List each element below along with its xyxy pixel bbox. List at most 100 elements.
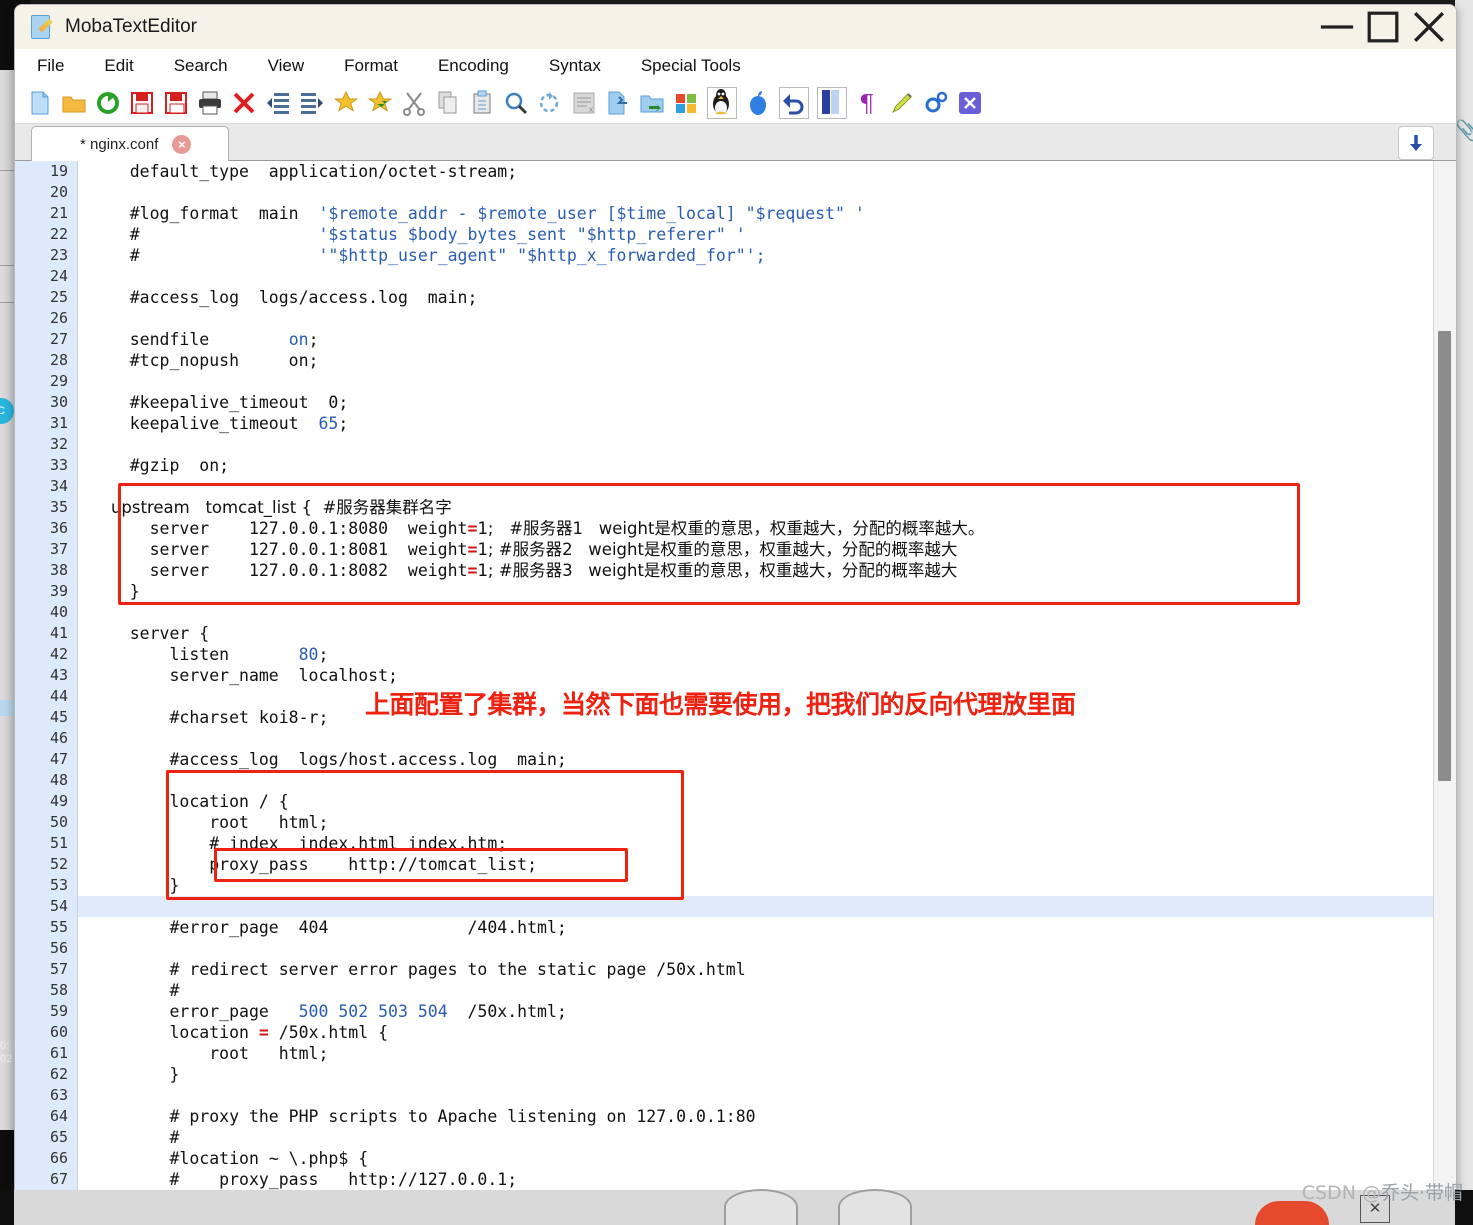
next-bookmark-star-icon[interactable]: [367, 90, 393, 116]
menu-search[interactable]: Search: [170, 54, 232, 78]
line-number: 61: [49, 1044, 68, 1062]
code-token: #: [90, 225, 319, 244]
move-to-folder-icon[interactable]: [639, 90, 665, 116]
code-line[interactable]: [78, 728, 1433, 749]
line-number: 43: [49, 666, 68, 684]
code-line[interactable]: server_name localhost;: [78, 665, 1433, 686]
tab-list-dropdown-button[interactable]: [1398, 126, 1434, 160]
menu-syntax[interactable]: Syntax: [545, 54, 605, 78]
maximize-button[interactable]: [1360, 5, 1406, 49]
code-line[interactable]: root html;: [78, 1043, 1433, 1064]
split-view-icon[interactable]: [817, 87, 847, 119]
code-line[interactable]: error_page 500 502 503 504 /50x.html;: [78, 1001, 1433, 1022]
code-line[interactable]: #location ~ \.php$ {: [78, 1148, 1433, 1169]
windows-format-icon[interactable]: [673, 90, 699, 116]
open-folder-icon[interactable]: [61, 90, 87, 116]
code-line[interactable]: [78, 602, 1433, 623]
scrollbar-thumb[interactable]: [1438, 331, 1451, 781]
settings-icon[interactable]: [923, 90, 949, 116]
menu-format[interactable]: Format: [340, 54, 402, 78]
code-line[interactable]: location / {: [78, 791, 1433, 812]
menu-edit[interactable]: Edit: [100, 54, 137, 78]
code-line[interactable]: [78, 434, 1433, 455]
code-line[interactable]: # '"$http_user_agent" "$http_x_forwarded…: [78, 245, 1433, 266]
tab-nginx-conf[interactable]: * nginx.conf ×: [31, 126, 229, 161]
undo-icon[interactable]: [779, 87, 809, 119]
code-line[interactable]: server {: [78, 623, 1433, 644]
code-line[interactable]: root html;: [78, 812, 1433, 833]
taskbar-item[interactable]: [838, 1189, 912, 1225]
reload-icon[interactable]: [95, 90, 121, 116]
code-line[interactable]: }: [78, 1064, 1433, 1085]
code-line[interactable]: server 127.0.0.1:8081 weight=1; #服务器2 we…: [78, 539, 1433, 560]
code-line[interactable]: default_type application/octet-stream;: [78, 161, 1433, 182]
code-line[interactable]: server 127.0.0.1:8082 weight=1; #服务器3 we…: [78, 560, 1433, 581]
code-line[interactable]: proxy_pass http://tomcat_list;: [78, 854, 1433, 875]
code-line[interactable]: }: [78, 581, 1433, 602]
outdent-icon[interactable]: [265, 90, 291, 116]
copy-icon[interactable]: [435, 90, 461, 116]
new-file-icon[interactable]: [27, 90, 53, 116]
code-line[interactable]: # index index.html index.htm;: [78, 833, 1433, 854]
code-line[interactable]: #access_log logs/access.log main;: [78, 287, 1433, 308]
code-line[interactable]: listen 80;: [78, 644, 1433, 665]
close-file-icon[interactable]: [231, 90, 257, 116]
code-text[interactable]: default_type application/octet-stream; #…: [78, 161, 1433, 1190]
highlighter-icon[interactable]: [889, 90, 915, 116]
menu-encoding[interactable]: Encoding: [434, 54, 513, 78]
code-line[interactable]: #log_format main '$remote_addr - $remote…: [78, 203, 1433, 224]
code-line[interactable]: #tcp_nopush on;: [78, 350, 1433, 371]
save-as-icon[interactable]: [163, 90, 189, 116]
code-line[interactable]: [78, 371, 1433, 392]
code-line[interactable]: [78, 1085, 1433, 1106]
code-line[interactable]: #access_log logs/host.access.log main;: [78, 749, 1433, 770]
code-line[interactable]: #: [78, 1127, 1433, 1148]
code-line[interactable]: #gzip on;: [78, 455, 1433, 476]
code-line[interactable]: [78, 896, 1433, 917]
move-right-icon[interactable]: [605, 90, 631, 116]
code-line[interactable]: [78, 182, 1433, 203]
code-line[interactable]: [78, 308, 1433, 329]
menu-special-tools[interactable]: Special Tools: [637, 54, 745, 78]
paste-icon[interactable]: [469, 90, 495, 116]
code-line[interactable]: [78, 266, 1433, 287]
close-button[interactable]: [1406, 5, 1452, 49]
minimize-button[interactable]: [1314, 5, 1360, 49]
exit-icon[interactable]: [957, 90, 983, 116]
code-line[interactable]: # '$status $body_bytes_sent "$http_refer…: [78, 224, 1433, 245]
code-line[interactable]: [78, 770, 1433, 791]
code-scroll-region[interactable]: default_type application/octet-stream; #…: [78, 161, 1433, 1191]
code-line[interactable]: #: [78, 980, 1433, 1001]
menu-view[interactable]: View: [264, 54, 309, 78]
code-line[interactable]: # proxy_pass http://127.0.0.1;: [78, 1169, 1433, 1190]
print-icon[interactable]: [197, 90, 223, 116]
vertical-scrollbar[interactable]: [1433, 161, 1456, 1191]
bookmark-star-icon[interactable]: [333, 90, 359, 116]
taskbar-item[interactable]: [724, 1189, 798, 1225]
code-line[interactable]: [78, 476, 1433, 497]
code-token: #: [90, 1128, 180, 1147]
code-line[interactable]: server 127.0.0.1:8080 weight=1; #服务器1 we…: [78, 518, 1433, 539]
code-line[interactable]: #error_page 404 /404.html;: [78, 917, 1433, 938]
clear-icon[interactable]: x: [571, 90, 597, 116]
code-line[interactable]: # redirect server error pages to the sta…: [78, 959, 1433, 980]
replace-icon[interactable]: [537, 90, 563, 116]
find-icon[interactable]: [503, 90, 529, 116]
unix-format-icon[interactable]: [707, 87, 737, 119]
menu-file[interactable]: File: [33, 54, 68, 78]
code-token: '"$http_user_agent" "$http_x_forwarded_f…: [318, 246, 766, 265]
indent-icon[interactable]: [299, 90, 325, 116]
pilcrow-icon[interactable]: ¶: [855, 90, 881, 116]
code-line[interactable]: upstream tomcat_list { #服务器集群名字: [78, 497, 1433, 518]
code-line[interactable]: # proxy the PHP scripts to Apache listen…: [78, 1106, 1433, 1127]
cut-icon[interactable]: [401, 90, 427, 116]
save-icon[interactable]: [129, 90, 155, 116]
code-line[interactable]: #keepalive_timeout 0;: [78, 392, 1433, 413]
close-icon[interactable]: ×: [172, 134, 192, 154]
code-line[interactable]: }: [78, 875, 1433, 896]
code-line[interactable]: [78, 938, 1433, 959]
mac-format-icon[interactable]: [745, 90, 771, 116]
code-line[interactable]: keepalive_timeout 65;: [78, 413, 1433, 434]
code-line[interactable]: sendfile on;: [78, 329, 1433, 350]
code-line[interactable]: location = /50x.html {: [78, 1022, 1433, 1043]
